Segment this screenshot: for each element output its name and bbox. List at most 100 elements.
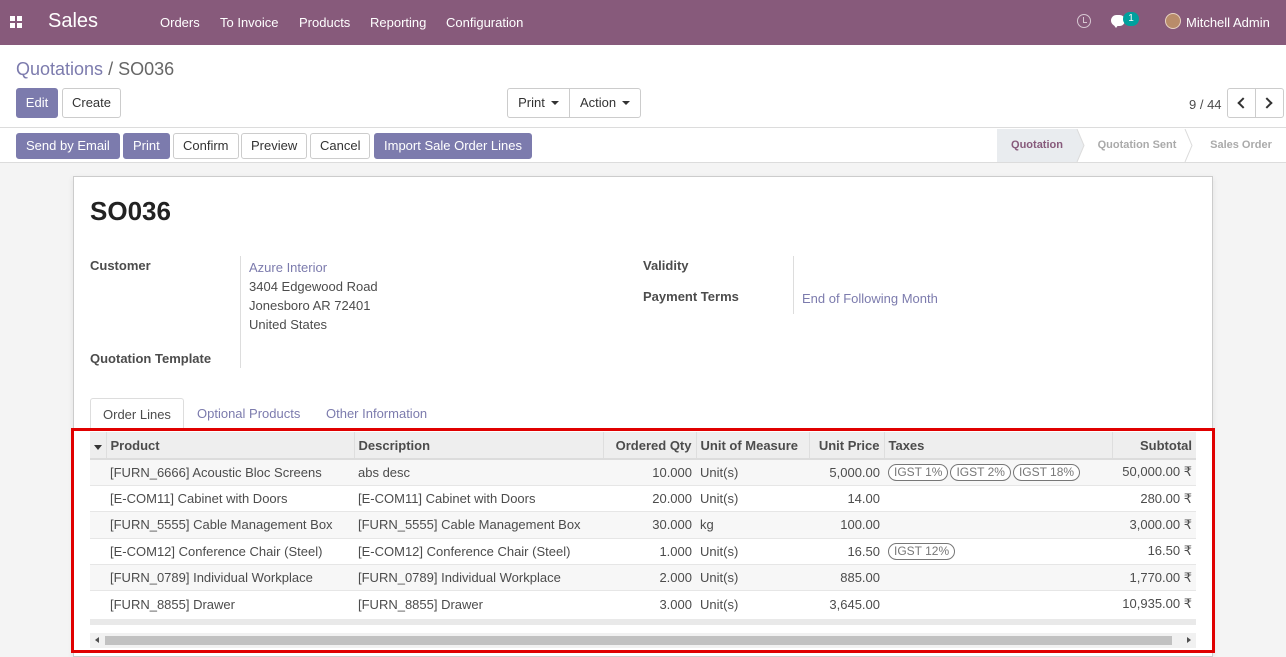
row-handle bbox=[90, 511, 106, 539]
col-product[interactable]: Product bbox=[106, 432, 355, 460]
cell-qty[interactable]: 3.000 bbox=[603, 590, 696, 618]
scroll-left-icon[interactable] bbox=[95, 637, 99, 643]
cell-product[interactable]: [FURN_5555] Cable Management Box bbox=[106, 511, 354, 539]
status-bar: Send by Email Print Confirm Preview Canc… bbox=[0, 129, 1286, 163]
pager-value[interactable]: 9 / 44 bbox=[1189, 97, 1222, 112]
stage-quotation[interactable]: Quotation bbox=[997, 129, 1077, 162]
cell-description[interactable]: [FURN_5555] Cable Management Box bbox=[354, 511, 603, 539]
pager-previous[interactable] bbox=[1227, 88, 1256, 118]
cell-product[interactable]: [FURN_6666] Acoustic Bloc Screens bbox=[106, 458, 354, 486]
cell-product[interactable]: [E-COM12] Conference Chair (Steel) bbox=[106, 537, 354, 565]
menu-configuration[interactable]: Configuration bbox=[446, 15, 523, 30]
user-menu[interactable]: Mitchell Admin bbox=[1186, 15, 1270, 30]
cell-description[interactable]: [E-COM12] Conference Chair (Steel) bbox=[354, 537, 603, 565]
cell-taxes[interactable] bbox=[884, 484, 1112, 512]
table-row[interactable]: [FURN_8855] Drawer [FURN_8855] Drawer 3.… bbox=[90, 590, 1196, 618]
cell-price[interactable]: 5,000.00 bbox=[809, 458, 884, 486]
cell-uom[interactable]: Unit(s) bbox=[696, 564, 809, 591]
chevron-left-icon bbox=[1237, 97, 1249, 109]
cell-price[interactable]: 14.00 bbox=[809, 484, 884, 512]
cell-taxes[interactable]: IGST 12% bbox=[884, 537, 1112, 565]
cell-taxes[interactable] bbox=[884, 590, 1112, 618]
table-row[interactable]: [FURN_5555] Cable Management Box [FURN_5… bbox=[90, 511, 1196, 539]
tab-optional-products[interactable]: Optional Products bbox=[185, 398, 312, 430]
validity-label: Validity bbox=[643, 258, 689, 273]
col-description[interactable]: Description bbox=[354, 432, 604, 460]
print-dropdown[interactable]: Print bbox=[507, 88, 570, 118]
table-footer bbox=[90, 619, 1196, 625]
menu-reporting[interactable]: Reporting bbox=[370, 15, 426, 30]
cell-product[interactable]: [FURN_0789] Individual Workplace bbox=[106, 564, 354, 591]
breadcrumb-quotations[interactable]: Quotations bbox=[16, 59, 103, 79]
cell-product[interactable]: [FURN_8855] Drawer bbox=[106, 590, 354, 618]
activity-clock-icon[interactable] bbox=[1077, 14, 1091, 28]
stage-sales-order[interactable]: Sales Order bbox=[1196, 129, 1286, 162]
scroll-right-icon[interactable] bbox=[1187, 637, 1191, 643]
cell-qty[interactable]: 2.000 bbox=[603, 564, 696, 591]
cell-taxes[interactable]: IGST 1% IGST 2% IGST 18% bbox=[884, 458, 1112, 486]
cancel-button[interactable]: Cancel bbox=[310, 133, 371, 159]
cell-subtotal: 50,000.00 ₹ bbox=[1112, 458, 1196, 486]
customer-link[interactable]: Azure Interior bbox=[249, 260, 327, 275]
cell-price[interactable]: 16.50 bbox=[809, 537, 884, 565]
action-dropdown[interactable]: Action bbox=[569, 88, 641, 118]
cell-uom[interactable]: kg bbox=[696, 511, 809, 539]
cell-qty[interactable]: 20.000 bbox=[603, 484, 696, 512]
cell-uom[interactable]: Unit(s) bbox=[696, 458, 809, 486]
cell-description[interactable]: abs desc bbox=[354, 458, 603, 486]
col-unit-of-measure[interactable]: Unit of Measure bbox=[696, 432, 810, 460]
horizontal-scrollbar[interactable] bbox=[90, 633, 1196, 648]
stage-quotation-sent[interactable]: Quotation Sent bbox=[1083, 129, 1191, 162]
cell-price[interactable]: 3,645.00 bbox=[809, 590, 884, 618]
payment-terms-link[interactable]: End of Following Month bbox=[802, 291, 938, 306]
tab-order-lines[interactable]: Order Lines bbox=[90, 398, 184, 430]
menu-products[interactable]: Products bbox=[299, 15, 350, 30]
cell-product[interactable]: [E-COM11] Cabinet with Doors bbox=[106, 484, 354, 512]
table-row[interactable]: [E-COM12] Conference Chair (Steel) [E-CO… bbox=[90, 537, 1196, 565]
sort-handle[interactable] bbox=[90, 432, 107, 460]
cell-description[interactable]: [FURN_8855] Drawer bbox=[354, 590, 603, 618]
print-button[interactable]: Print bbox=[123, 133, 170, 159]
import-sale-order-lines-button[interactable]: Import Sale Order Lines bbox=[374, 133, 533, 159]
table-row[interactable]: [FURN_6666] Acoustic Bloc Screens abs de… bbox=[90, 458, 1196, 486]
cell-qty[interactable]: 30.000 bbox=[603, 511, 696, 539]
cell-qty[interactable]: 10.000 bbox=[603, 458, 696, 486]
breadcrumb: Quotations / SO036 bbox=[16, 59, 174, 80]
cell-price[interactable]: 885.00 bbox=[809, 564, 884, 591]
cell-uom[interactable]: Unit(s) bbox=[696, 537, 809, 565]
create-button[interactable]: Create bbox=[62, 88, 121, 118]
action-dropdown-label: Action bbox=[580, 95, 617, 110]
col-subtotal[interactable]: Subtotal bbox=[1112, 432, 1196, 460]
col-unit-price[interactable]: Unit Price bbox=[809, 432, 885, 460]
cell-qty[interactable]: 1.000 bbox=[603, 537, 696, 565]
scrollbar-thumb[interactable] bbox=[105, 636, 1172, 645]
app-brand[interactable]: Sales bbox=[48, 10, 98, 33]
cell-price[interactable]: 100.00 bbox=[809, 511, 884, 539]
cell-taxes[interactable] bbox=[884, 564, 1112, 591]
tax-tag: IGST 2% bbox=[950, 463, 1011, 481]
tax-tag: IGST 12% bbox=[888, 542, 956, 560]
table-row[interactable]: [FURN_0789] Individual Workplace [FURN_0… bbox=[90, 564, 1196, 591]
preview-button[interactable]: Preview bbox=[241, 133, 308, 159]
cell-description[interactable]: [E-COM11] Cabinet with Doors bbox=[354, 484, 603, 512]
apps-menu-icon[interactable] bbox=[10, 16, 22, 28]
cell-taxes[interactable] bbox=[884, 511, 1112, 539]
confirm-button[interactable]: Confirm bbox=[173, 133, 239, 159]
menu-to-invoice[interactable]: To Invoice bbox=[220, 15, 279, 30]
col-taxes[interactable]: Taxes bbox=[884, 432, 1113, 460]
edit-button[interactable]: Edit bbox=[16, 88, 58, 118]
row-handle bbox=[90, 458, 106, 486]
cell-uom[interactable]: Unit(s) bbox=[696, 484, 809, 512]
send-by-email-button[interactable]: Send by Email bbox=[16, 133, 120, 159]
tax-tag: IGST 18% bbox=[1012, 463, 1081, 481]
pager-next[interactable] bbox=[1255, 88, 1284, 118]
cell-description[interactable]: [FURN_0789] Individual Workplace bbox=[354, 564, 603, 591]
menu-orders[interactable]: Orders bbox=[160, 15, 200, 30]
tab-other-information[interactable]: Other Information bbox=[314, 398, 439, 430]
caret-down-icon bbox=[94, 444, 102, 450]
table-row[interactable]: [E-COM11] Cabinet with Doors [E-COM11] C… bbox=[90, 484, 1196, 512]
col-ordered-qty[interactable]: Ordered Qty bbox=[603, 432, 697, 460]
row-handle bbox=[90, 484, 106, 512]
avatar[interactable] bbox=[1165, 13, 1181, 29]
cell-uom[interactable]: Unit(s) bbox=[696, 590, 809, 618]
